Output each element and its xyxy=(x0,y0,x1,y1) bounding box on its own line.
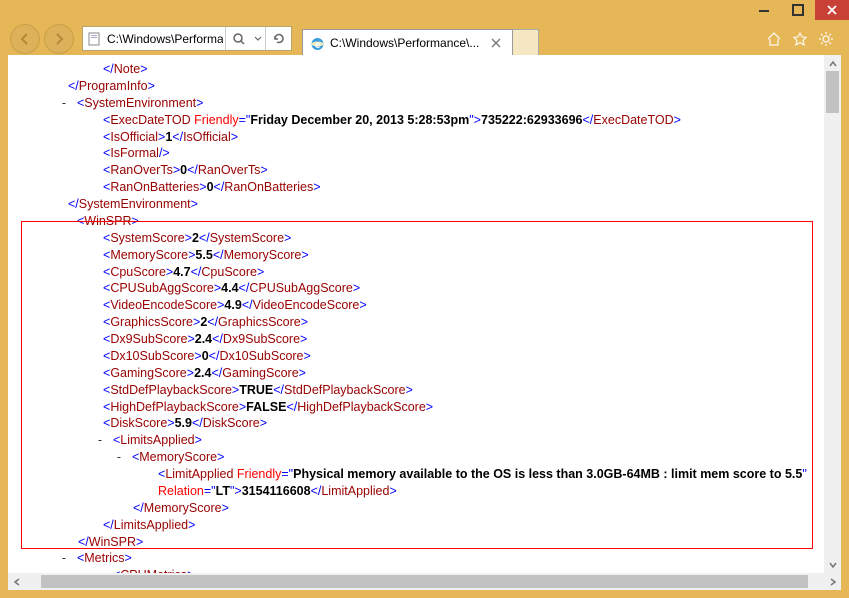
tools-icon[interactable] xyxy=(817,30,835,48)
ie-icon: e xyxy=(309,35,325,51)
xml-line: <GamingScore>2.4</GamingScore> xyxy=(8,365,841,382)
xml-line: <SystemScore>2</SystemScore> xyxy=(8,230,841,247)
search-button[interactable] xyxy=(225,27,251,50)
xml-line: <GraphicsScore>2</GraphicsScore> xyxy=(8,314,841,331)
xml-line: <MemoryScore>5.5</MemoryScore> xyxy=(8,247,841,264)
xml-line: <Dx10SubScore>0</Dx10SubScore> xyxy=(8,348,841,365)
scrollbar-thumb[interactable] xyxy=(826,71,839,113)
xml-line: <IsOfficial>1</IsOfficial> xyxy=(8,129,841,146)
xml-line: - <Metrics> xyxy=(8,550,841,567)
maximize-button[interactable] xyxy=(781,0,815,20)
minimize-button[interactable] xyxy=(747,0,781,20)
collapse-toggle[interactable]: - xyxy=(58,550,70,567)
close-button[interactable] xyxy=(815,0,849,20)
xml-line: <VideoEncodeScore>4.9</VideoEncodeScore> xyxy=(8,297,841,314)
collapse-toggle[interactable]: - xyxy=(58,95,70,112)
xml-line: <CPUSubAggScore>4.4</CPUSubAggScore> xyxy=(8,280,841,297)
titlebar xyxy=(0,0,849,22)
refresh-button[interactable] xyxy=(265,27,291,50)
back-button[interactable] xyxy=(10,24,40,54)
xml-line: </Note> xyxy=(8,61,841,78)
xml-line: - <LimitsApplied> xyxy=(8,432,841,449)
xml-line: </ProgramInfo> xyxy=(8,78,841,95)
browser-window: e C:\Windows\Performance\... </Note> </P… xyxy=(0,0,849,598)
scrollbar-track[interactable] xyxy=(25,573,824,590)
home-icon[interactable] xyxy=(765,30,783,48)
scrollbar-thumb[interactable] xyxy=(41,575,808,588)
vertical-scrollbar[interactable] xyxy=(824,55,841,573)
page-icon xyxy=(83,32,105,46)
xml-line: </SystemEnvironment> xyxy=(8,196,841,213)
xml-line: - <WinSPR> xyxy=(8,213,841,230)
collapse-toggle[interactable]: - xyxy=(94,432,106,449)
toolbar-right xyxy=(765,30,849,48)
svg-text:e: e xyxy=(315,40,321,51)
toolbar: e C:\Windows\Performance\... xyxy=(0,22,849,55)
scroll-left-icon[interactable] xyxy=(8,573,25,590)
xml-content: </Note> </ProgramInfo> - <SystemEnvironm… xyxy=(8,55,841,573)
xml-line: <RanOnBatteries>0</RanOnBatteries> xyxy=(8,179,841,196)
scroll-up-icon[interactable] xyxy=(824,55,841,72)
xml-line: <ExecDateTOD Friendly="Friday December 2… xyxy=(8,112,841,129)
xml-line: <RanOverTs>0</RanOverTs> xyxy=(8,162,841,179)
xml-line: <LimitApplied Friendly="Physical memory … xyxy=(8,466,841,500)
scroll-right-icon[interactable] xyxy=(824,573,841,590)
collapse-toggle[interactable]: - xyxy=(113,449,125,466)
xml-line: <Dx9SubScore>2.4</Dx9SubScore> xyxy=(8,331,841,348)
xml-line: <CpuScore>4.7</CpuScore> xyxy=(8,264,841,281)
xml-line: <StdDefPlaybackScore>TRUE</StdDefPlaybac… xyxy=(8,382,841,399)
horizontal-scrollbar[interactable] xyxy=(8,573,841,590)
xml-line: - <SystemEnvironment> xyxy=(8,95,841,112)
favorites-icon[interactable] xyxy=(791,30,809,48)
tab-close-icon[interactable] xyxy=(488,35,504,51)
address-bar xyxy=(82,26,292,51)
forward-button[interactable] xyxy=(44,24,74,54)
collapse-toggle[interactable]: - xyxy=(58,213,70,230)
xml-line: </LimitsApplied> xyxy=(8,517,841,534)
tab-active[interactable]: e C:\Windows\Performance\... xyxy=(302,29,513,56)
content-pane: </Note> </ProgramInfo> - <SystemEnvironm… xyxy=(8,55,841,590)
xml-line: </WinSPR> xyxy=(8,534,841,551)
xml-line: <DiskScore>5.9</DiskScore> xyxy=(8,415,841,432)
tab-title: C:\Windows\Performance\... xyxy=(330,36,479,50)
xml-line: <IsFormal/> xyxy=(8,145,841,162)
address-input[interactable] xyxy=(105,30,225,48)
xml-line: - <MemoryScore> xyxy=(8,449,841,466)
scroll-down-icon[interactable] xyxy=(824,556,841,573)
address-dropdown[interactable] xyxy=(251,35,265,43)
xml-line: <HighDefPlaybackScore>FALSE</HighDefPlay… xyxy=(8,399,841,416)
tab-bar: e C:\Windows\Performance\... xyxy=(302,25,539,52)
xml-line: </MemoryScore> xyxy=(8,500,841,517)
new-tab-button[interactable] xyxy=(513,29,539,56)
